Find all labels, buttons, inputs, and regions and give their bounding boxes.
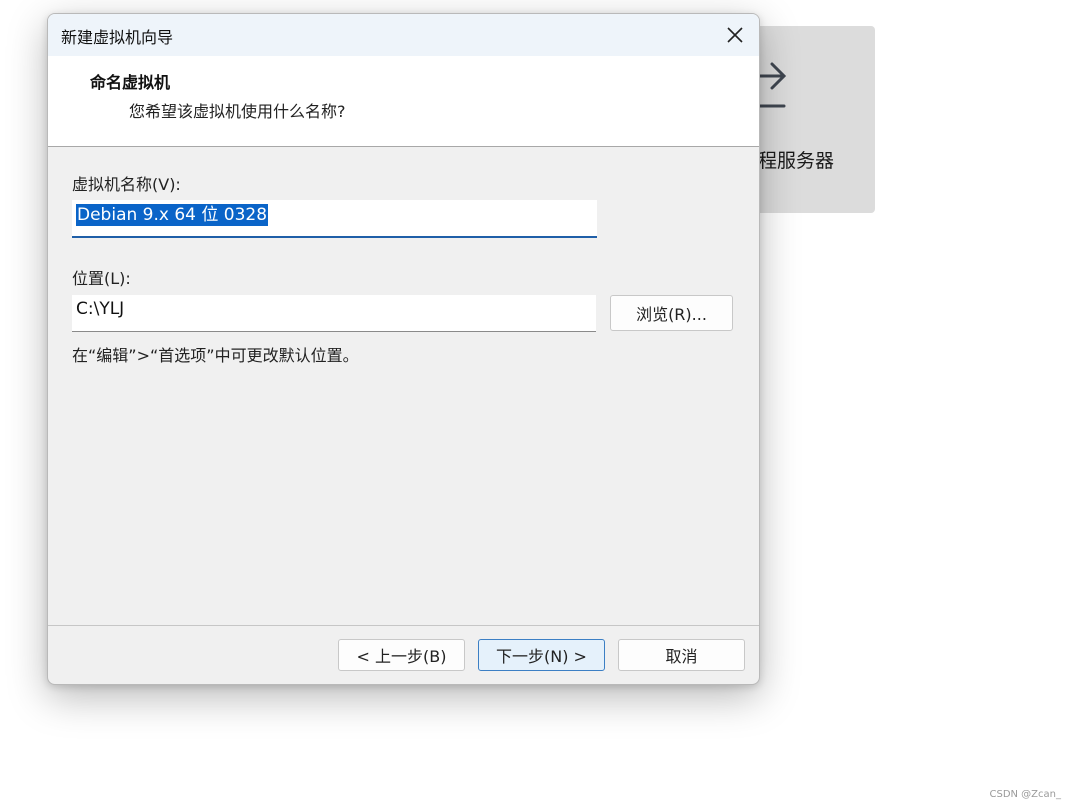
vm-name-input[interactable]: Debian 9.x 64 位 0328 bbox=[72, 200, 597, 238]
footer-divider bbox=[48, 625, 759, 626]
step-subtitle: 您希望该虚拟机使用什么名称? bbox=[129, 102, 346, 121]
close-button[interactable] bbox=[719, 20, 751, 50]
location-input[interactable]: C:\YLJ bbox=[72, 295, 596, 332]
vm-name-label: 虚拟机名称(V): bbox=[72, 175, 181, 194]
browse-button[interactable]: 浏览(R)... bbox=[610, 295, 733, 331]
location-label: 位置(L): bbox=[72, 269, 131, 288]
new-vm-wizard-dialog: 新建虚拟机向导 命名虚拟机 您希望该虚拟机使用什么名称? 虚拟机名称(V): D… bbox=[47, 13, 760, 685]
background-card-label: 程服务器 bbox=[758, 150, 835, 172]
window-title: 新建虚拟机向导 bbox=[61, 28, 174, 47]
wizard-header: 命名虚拟机 您希望该虚拟机使用什么名称? bbox=[48, 56, 759, 147]
next-button[interactable]: 下一步(N) > bbox=[478, 639, 605, 671]
location-value: C:\YLJ bbox=[76, 299, 125, 319]
close-icon bbox=[727, 27, 743, 43]
step-title: 命名虚拟机 bbox=[90, 73, 171, 92]
location-hint: 在“编辑”>“首选项”中可更改默认位置。 bbox=[72, 346, 359, 365]
title-bar[interactable]: 新建虚拟机向导 bbox=[48, 14, 759, 56]
watermark: CSDN @Zcan_ bbox=[989, 789, 1061, 800]
cancel-button[interactable]: 取消 bbox=[618, 639, 745, 671]
vm-name-value: Debian 9.x 64 位 0328 bbox=[76, 204, 269, 226]
back-button[interactable]: < 上一步(B) bbox=[338, 639, 465, 671]
